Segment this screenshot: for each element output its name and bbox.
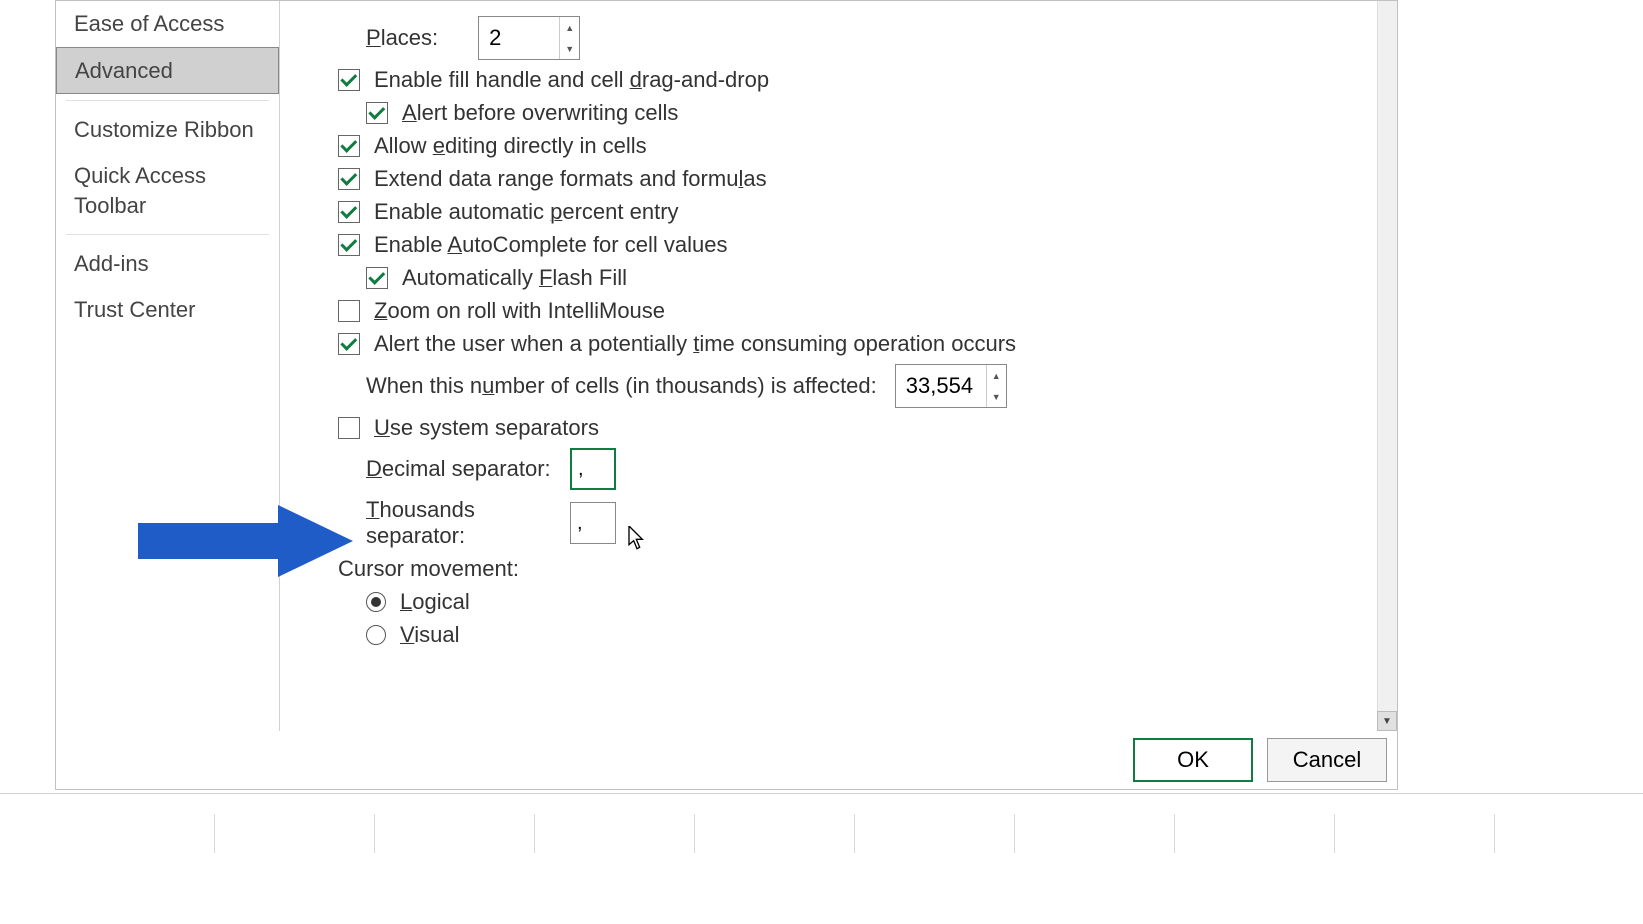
decimal-separator-input[interactable]	[570, 448, 616, 490]
allow-editing-label: Allow editing directly in cells	[374, 133, 647, 159]
auto-percent-checkbox[interactable]	[338, 201, 360, 223]
fill-handle-label: Enable fill handle and cell drag-and-dro…	[374, 67, 769, 93]
thousands-separator-label: Thousands separator:	[366, 497, 552, 549]
spinner-down-icon[interactable]: ▼	[560, 38, 579, 59]
zoom-intellimouse-checkbox[interactable]	[338, 300, 360, 322]
logical-radio[interactable]	[366, 592, 386, 612]
alert-overwrite-label: Alert before overwriting cells	[402, 100, 678, 126]
spinner-down-icon[interactable]: ▼	[987, 386, 1006, 407]
places-row: Places: ▲ ▼	[310, 16, 1367, 60]
sidebar-item-add-ins[interactable]: Add-ins	[56, 241, 279, 287]
spreadsheet-grid-background	[0, 793, 1643, 853]
thousands-separator-input[interactable]	[570, 502, 616, 544]
cursor-movement-label-row: Cursor movement:	[310, 556, 1367, 582]
allow-editing-checkbox[interactable]	[338, 135, 360, 157]
auto-percent-label: Enable automatic percent entry	[374, 199, 679, 225]
extend-range-label: Extend data range formats and formulas	[374, 166, 767, 192]
divider	[66, 100, 269, 101]
visual-radio-row[interactable]: Visual	[310, 622, 1367, 648]
cursor-movement-label: Cursor movement:	[338, 556, 519, 582]
use-system-separators-checkbox[interactable]	[338, 417, 360, 439]
thousands-separator-row: Thousands separator:	[310, 497, 1367, 549]
decimal-separator-row: Decimal separator:	[310, 448, 1367, 490]
spinner-up-icon[interactable]: ▲	[987, 365, 1006, 386]
options-sidebar: Ease of Access Advanced Customize Ribbon…	[56, 1, 280, 731]
use-system-separators-label: Use system separators	[374, 415, 599, 441]
logical-label: Logical	[400, 589, 470, 615]
sidebar-item-trust-center[interactable]: Trust Center	[56, 287, 279, 333]
auto-percent-row[interactable]: Enable automatic percent entry	[310, 199, 1367, 225]
ok-button[interactable]: OK	[1133, 738, 1253, 782]
options-content: Places: ▲ ▼ Enable fill handle and cell …	[280, 1, 1397, 731]
flash-fill-row[interactable]: Automatically Flash Fill	[310, 265, 1367, 291]
places-spinner[interactable]: ▲ ▼	[478, 16, 580, 60]
autocomplete-row[interactable]: Enable AutoComplete for cell values	[310, 232, 1367, 258]
cells-affected-row: When this number of cells (in thousands)…	[310, 364, 1367, 408]
extend-range-checkbox[interactable]	[338, 168, 360, 190]
cells-affected-spinner[interactable]: ▲ ▼	[895, 364, 1007, 408]
allow-editing-row[interactable]: Allow editing directly in cells	[310, 133, 1367, 159]
flash-fill-checkbox[interactable]	[366, 267, 388, 289]
cells-affected-input[interactable]	[896, 365, 986, 407]
sidebar-item-ease-of-access[interactable]: Ease of Access	[56, 1, 279, 47]
vertical-scrollbar[interactable]: ▼	[1377, 1, 1397, 731]
places-label: Places:	[366, 25, 438, 51]
dialog-footer: OK Cancel	[56, 731, 1397, 789]
visual-label: Visual	[400, 622, 460, 648]
cancel-button[interactable]: Cancel	[1267, 738, 1387, 782]
divider	[66, 234, 269, 235]
cells-affected-label: When this number of cells (in thousands)…	[366, 373, 877, 399]
alert-overwrite-row[interactable]: Alert before overwriting cells	[310, 100, 1367, 126]
logical-radio-row[interactable]: Logical	[310, 589, 1367, 615]
alert-time-label: Alert the user when a potentially time c…	[374, 331, 1016, 357]
use-system-separators-row[interactable]: Use system separators	[310, 415, 1367, 441]
zoom-intellimouse-row[interactable]: Zoom on roll with IntelliMouse	[310, 298, 1367, 324]
autocomplete-checkbox[interactable]	[338, 234, 360, 256]
decimal-separator-label: Decimal separator:	[366, 456, 552, 482]
visual-radio[interactable]	[366, 625, 386, 645]
flash-fill-label: Automatically Flash Fill	[402, 265, 627, 291]
extend-range-row[interactable]: Extend data range formats and formulas	[310, 166, 1367, 192]
alert-time-row[interactable]: Alert the user when a potentially time c…	[310, 331, 1367, 357]
fill-handle-checkbox[interactable]	[338, 69, 360, 91]
scroll-down-icon[interactable]: ▼	[1377, 711, 1397, 731]
sidebar-item-advanced[interactable]: Advanced	[56, 47, 279, 95]
sidebar-item-quick-access-toolbar[interactable]: Quick Access Toolbar	[56, 153, 279, 228]
sidebar-item-customize-ribbon[interactable]: Customize Ribbon	[56, 107, 279, 153]
autocomplete-label: Enable AutoComplete for cell values	[374, 232, 727, 258]
zoom-intellimouse-label: Zoom on roll with IntelliMouse	[374, 298, 665, 324]
alert-time-checkbox[interactable]	[338, 333, 360, 355]
alert-overwrite-checkbox[interactable]	[366, 102, 388, 124]
fill-handle-row[interactable]: Enable fill handle and cell drag-and-dro…	[310, 67, 1367, 93]
spinner-up-icon[interactable]: ▲	[560, 17, 579, 38]
places-input[interactable]	[479, 17, 559, 59]
options-dialog: Ease of Access Advanced Customize Ribbon…	[55, 0, 1398, 790]
